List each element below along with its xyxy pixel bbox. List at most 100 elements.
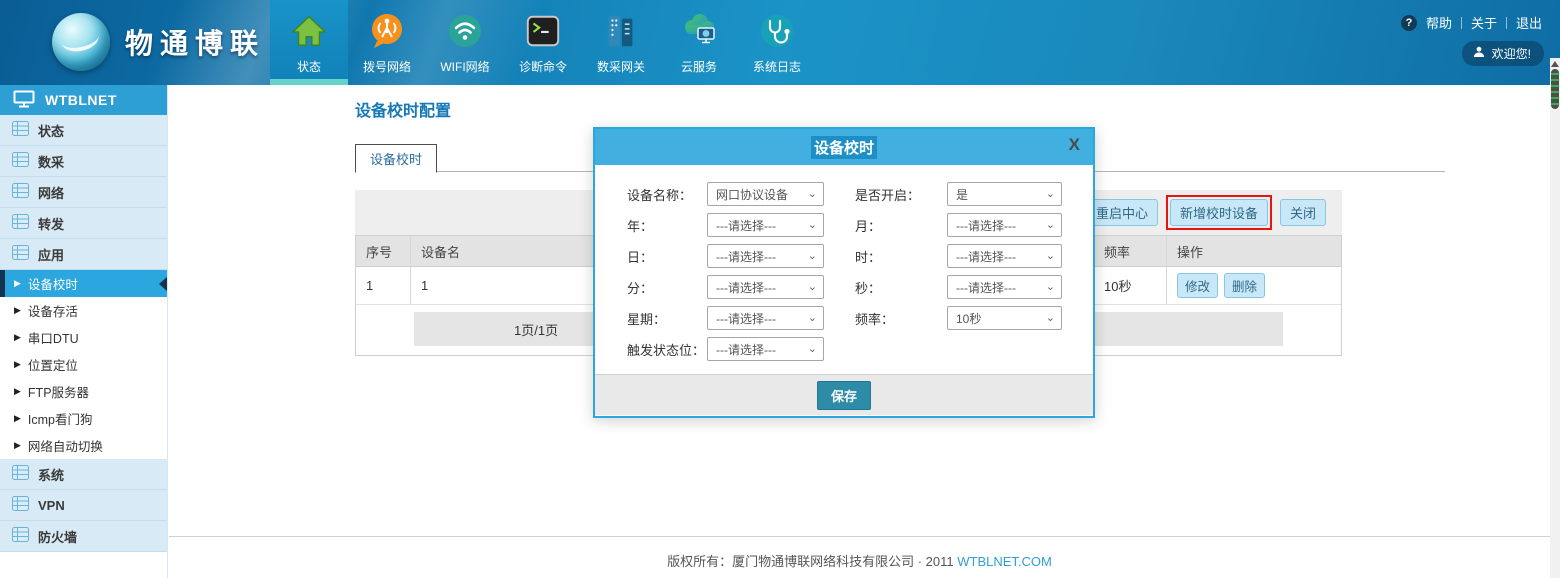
close-icon[interactable]: X xyxy=(1069,136,1080,153)
field-label-year: 年： xyxy=(627,216,707,235)
frequency-select[interactable]: 10秒 ⌄ xyxy=(947,306,1062,330)
sidebar-subitem-label: FTP服务器 xyxy=(28,382,89,401)
select-value: ---请选择--- xyxy=(716,310,776,327)
nav-label: WIFI网络 xyxy=(440,58,489,75)
welcome-badge[interactable]: 欢迎您! xyxy=(1462,41,1544,66)
caret-right-icon: ▶ xyxy=(14,278,21,289)
col-header-seq: 序号 xyxy=(356,236,411,266)
save-button[interactable]: 保存 xyxy=(817,381,871,410)
nav-item-wifi[interactable]: WIFI网络 xyxy=(426,0,504,85)
minute-select[interactable]: ---请选择--- ⌄ xyxy=(707,275,824,299)
nav-label: 状态 xyxy=(297,58,321,75)
cell-frequency: 10秒 xyxy=(1094,267,1167,304)
menu-grid-icon xyxy=(12,121,29,139)
sidebar-subitem-label: 网络自动切换 xyxy=(28,436,103,455)
nav-item-status[interactable]: 状态 xyxy=(270,0,348,85)
dial-network-icon xyxy=(365,9,409,53)
sidebar-subitem-label: 串口DTU xyxy=(28,328,79,347)
sidebar-item-vpn[interactable]: VPN xyxy=(0,490,167,521)
day-select[interactable]: ---请选择--- ⌄ xyxy=(707,244,824,268)
close-button[interactable]: 关闭 xyxy=(1280,199,1326,226)
divider xyxy=(1506,17,1507,29)
select-value: ---请选择--- xyxy=(716,217,776,234)
second-select[interactable]: ---请选择--- ⌄ xyxy=(947,275,1062,299)
nav-label: 云服务 xyxy=(681,58,717,75)
caret-right-icon: ▶ xyxy=(14,386,21,397)
top-links: ? 帮助 关于 退出 xyxy=(1401,13,1542,32)
add-timing-device-button[interactable]: 新增校时设备 xyxy=(1170,199,1268,226)
wifi-icon xyxy=(443,9,487,53)
brand-name: 物通博联 xyxy=(125,22,265,62)
select-value: 网口协议设备 xyxy=(716,186,788,203)
hour-select[interactable]: ---请选择--- ⌄ xyxy=(947,244,1062,268)
delete-button[interactable]: 删除 xyxy=(1224,273,1265,298)
vertical-scrollbar[interactable] xyxy=(1550,58,1560,578)
footer-link[interactable]: WTBLNET.COM xyxy=(957,554,1052,569)
caret-right-icon: ▶ xyxy=(14,305,21,316)
sidebar-item-forwarding[interactable]: 转发 xyxy=(0,208,167,239)
user-icon xyxy=(1473,46,1485,61)
modify-button[interactable]: 修改 xyxy=(1177,273,1218,298)
trigger-bit-select[interactable]: ---请选择--- ⌄ xyxy=(707,337,824,361)
sidebar-item-network[interactable]: 网络 xyxy=(0,177,167,208)
about-link[interactable]: 关于 xyxy=(1471,13,1497,32)
sidebar-item-status[interactable]: 状态 xyxy=(0,115,167,146)
weekday-select[interactable]: ---请选择--- ⌄ xyxy=(707,306,824,330)
tab-device-timing[interactable]: 设备校时 xyxy=(355,144,437,173)
nav-item-cloud-service[interactable]: 云服务 xyxy=(660,0,738,85)
sidebar-item-label: 状态 xyxy=(38,121,64,140)
sidebar-item-label: VPN xyxy=(38,498,65,513)
sidebar-subitem-icmp-watchdog[interactable]: ▶ Icmp看门狗 xyxy=(0,405,167,432)
sidebar-item-label: 网络 xyxy=(38,183,64,202)
field-label-trigger-bit: 触发状态位： xyxy=(627,340,707,359)
select-value: 是 xyxy=(956,186,968,203)
month-select[interactable]: ---请选择--- ⌄ xyxy=(947,213,1062,237)
sidebar-subitem-network-autoswitch[interactable]: ▶ 网络自动切换 xyxy=(0,432,167,459)
page-footer: 版权所有：厦门物通博联网络科技有限公司 · 2011 WTBLNET.COM xyxy=(169,536,1550,570)
sidebar-item-application[interactable]: 应用 xyxy=(0,239,167,270)
help-link[interactable]: 帮助 xyxy=(1426,13,1452,32)
main-nav: 状态 拨号网络 WIFI网络 诊断命令 数采网关 xyxy=(270,0,816,85)
caret-right-icon: ▶ xyxy=(14,332,21,343)
sidebar-subitem-positioning[interactable]: ▶ 位置定位 xyxy=(0,351,167,378)
enabled-select[interactable]: 是 ⌄ xyxy=(947,182,1062,206)
home-icon xyxy=(287,9,331,53)
welcome-text: 欢迎您! xyxy=(1492,45,1531,62)
sidebar-subitem-serial-dtu[interactable]: ▶ 串口DTU xyxy=(0,324,167,351)
logout-link[interactable]: 退出 xyxy=(1516,13,1542,32)
sidebar-item-data-acquisition[interactable]: 数采 xyxy=(0,146,167,177)
sidebar-subitem-label: 位置定位 xyxy=(28,355,78,374)
year-select[interactable]: ---请选择--- ⌄ xyxy=(707,213,824,237)
cloud-icon xyxy=(677,9,721,53)
sidebar-subitem-device-timing[interactable]: ▶ 设备校时 xyxy=(0,270,167,297)
nav-item-system-log[interactable]: 系统日志 xyxy=(738,0,816,85)
field-label-day: 日： xyxy=(627,247,707,266)
caret-right-icon: ▶ xyxy=(14,359,21,370)
sidebar-subitem-device-alive[interactable]: ▶ 设备存活 xyxy=(0,297,167,324)
copyright-text: 版权所有：厦门物通博联网络科技有限公司 · 2011 xyxy=(667,554,954,569)
select-value: 10秒 xyxy=(956,310,981,327)
sidebar-item-firewall[interactable]: 防火墙 xyxy=(0,521,167,552)
sidebar-item-label: 数采 xyxy=(38,152,64,171)
nav-item-dial-network[interactable]: 拨号网络 xyxy=(348,0,426,85)
cell-actions: 修改 删除 xyxy=(1167,267,1341,304)
restart-center-button[interactable]: 重启中心 xyxy=(1086,199,1158,226)
nav-item-diagnostics[interactable]: 诊断命令 xyxy=(504,0,582,85)
device-timing-modal: 设备校时 X 设备名称： 网口协议设备 ⌄ 是否开启： 是 ⌄ 年： ---请选… xyxy=(593,127,1095,418)
sidebar-item-system[interactable]: 系统 xyxy=(0,459,167,490)
cell-seq: 1 xyxy=(356,267,411,304)
device-name-select[interactable]: 网口协议设备 ⌄ xyxy=(707,182,824,206)
nav-item-data-gateway[interactable]: 数采网关 xyxy=(582,0,660,85)
scrollbar-thumb[interactable] xyxy=(1551,69,1559,109)
modal-header[interactable]: 设备校时 X xyxy=(595,129,1093,165)
scroll-up-icon[interactable] xyxy=(1551,61,1559,67)
modal-title: 设备校时 xyxy=(811,136,877,159)
page-indicator: 1页/1页 xyxy=(514,320,558,339)
sidebar-subitem-ftp-server[interactable]: ▶ FTP服务器 xyxy=(0,378,167,405)
sidebar-item-label: 系统 xyxy=(38,465,64,484)
highlight-annotation: 新增校时设备 xyxy=(1166,195,1272,230)
menu-grid-icon xyxy=(12,527,29,545)
field-label-device-name: 设备名称： xyxy=(627,185,707,204)
menu-grid-icon xyxy=(12,214,29,232)
sidebar-item-label: 防火墙 xyxy=(38,527,77,546)
